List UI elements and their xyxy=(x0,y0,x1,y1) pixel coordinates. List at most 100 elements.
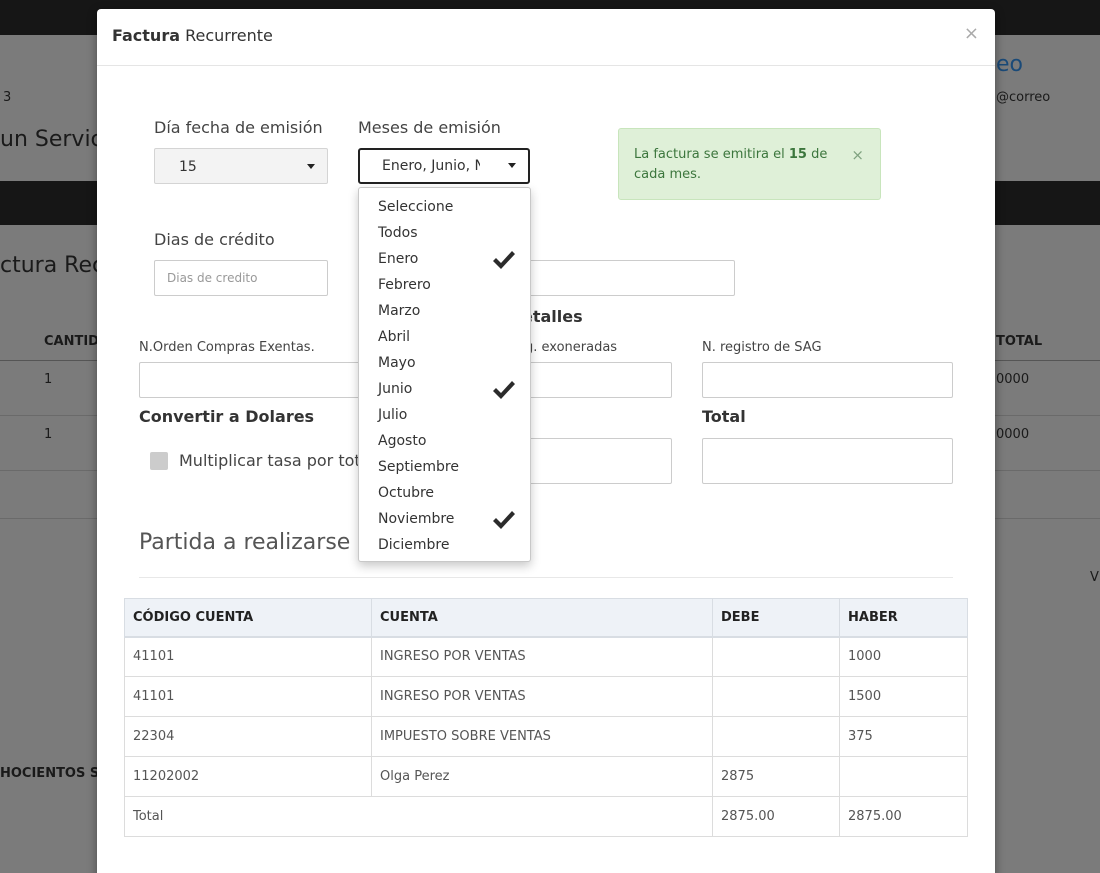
table-cell: 22304 xyxy=(124,716,372,757)
section-divider xyxy=(139,577,953,578)
dia-emision-value: 15 xyxy=(179,159,197,175)
orden-compras-label: N.Orden Compras Exentas. xyxy=(139,340,315,355)
dia-emision-select[interactable]: 15 xyxy=(154,148,328,184)
dropdown-option-label: Seleccione xyxy=(378,199,454,215)
dropdown-option[interactable]: Enero xyxy=(359,246,530,272)
meses-dropdown-menu: Seleccione Todos Enero Febrero Marzo Abril May… xyxy=(358,187,531,562)
orden-compras-input[interactable] xyxy=(139,362,371,398)
dropdown-option[interactable]: Agosto xyxy=(359,428,530,454)
dropdown-option-label: Abril xyxy=(378,329,410,345)
multiplicar-checkbox[interactable] xyxy=(150,452,168,470)
sag-input[interactable] xyxy=(702,362,953,398)
meses-emision-value: Enero, Junio, N xyxy=(382,158,480,174)
background-heading: un Servic xyxy=(0,127,103,152)
checkmark-icon xyxy=(493,511,515,529)
table-cell: INGRESO POR VENTAS xyxy=(371,676,713,717)
dropdown-option-label: Marzo xyxy=(378,303,421,319)
dropdown-option[interactable]: Febrero xyxy=(359,272,530,298)
alert-close-icon[interactable]: × xyxy=(851,145,864,165)
background-cell: 0000 xyxy=(996,372,1030,387)
background-email: @correo xyxy=(996,90,1051,105)
table-cell xyxy=(712,716,840,757)
dropdown-option-label: Octubre xyxy=(378,485,435,501)
dropdown-option-label: Mayo xyxy=(378,355,416,371)
total-debe: 2875.00 xyxy=(712,796,840,837)
sag-label: N. registro de SAG xyxy=(702,340,822,355)
background-col-header: CANTID xyxy=(44,334,99,349)
table-row: 11202002 Olga Perez 2875 xyxy=(124,756,968,797)
table-cell: 41101 xyxy=(124,676,372,717)
dropdown-option[interactable]: Octubre xyxy=(359,480,530,506)
table-cell: INGRESO POR VENTAS xyxy=(371,636,713,677)
table-cell: 1000 xyxy=(839,636,968,677)
multiplicar-label: Multiplicar tasa por total xyxy=(179,451,375,470)
total-row-label: Total xyxy=(124,796,713,837)
table-cell: IMPUESTO SOBRE VENTAS xyxy=(371,716,713,757)
background-col-header: TOTAL xyxy=(996,334,1043,349)
background-text: V xyxy=(1090,570,1099,585)
col-header: HABER xyxy=(839,598,968,638)
modal-header: Factura Recurrente × xyxy=(97,9,995,66)
dropdown-option[interactable]: Septiembre xyxy=(359,454,530,480)
partida-table: CÓDIGO CUENTA CUENTA DEBE HABER 41101 IN… xyxy=(124,598,968,837)
background-cell: 1 xyxy=(44,372,53,387)
table-cell: 41101 xyxy=(124,636,372,677)
dropdown-option-label: Todos xyxy=(378,225,418,241)
dropdown-option-label: Noviembre xyxy=(378,511,455,527)
dropdown-option[interactable]: Junio xyxy=(359,376,530,402)
table-row: 22304 IMPUESTO SOBRE VENTAS 375 xyxy=(124,716,968,757)
table-cell: 11202002 xyxy=(124,756,372,797)
total-haber: 2875.00 xyxy=(839,796,968,837)
table-row: 41101 INGRESO POR VENTAS 1000 xyxy=(124,636,968,677)
detalles-label: etalles xyxy=(522,307,583,326)
table-cell: 1500 xyxy=(839,676,968,717)
background-section-title: ctura Rec xyxy=(0,253,105,278)
table-total-row: Total 2875.00 2875.00 xyxy=(124,796,968,837)
chevron-down-icon xyxy=(307,164,315,169)
close-icon[interactable]: × xyxy=(964,23,979,44)
dropdown-option-label: Septiembre xyxy=(378,459,459,475)
modal-title: Factura Recurrente xyxy=(112,26,273,45)
convertir-dolares-label: Convertir a Dolares xyxy=(139,407,315,426)
dias-credito-input[interactable]: Dias de credito xyxy=(154,260,328,296)
background-text: 3 xyxy=(3,90,12,105)
table-cell xyxy=(712,676,840,717)
factura-recurrente-modal: Factura Recurrente × Día fecha de emisió… xyxy=(97,9,995,873)
table-cell xyxy=(712,636,840,677)
checkmark-icon xyxy=(493,251,515,269)
table-cell: 375 xyxy=(839,716,968,757)
meses-emision-select[interactable]: Enero, Junio, N xyxy=(358,148,530,184)
dropdown-option-label: Febrero xyxy=(378,277,431,293)
chevron-down-icon xyxy=(508,163,516,168)
dropdown-option[interactable]: Julio xyxy=(359,402,530,428)
checkmark-icon xyxy=(493,381,515,399)
partida-title: Partida a realizarse xyxy=(139,530,351,555)
dropdown-option-label: Julio xyxy=(378,407,408,423)
col-header: DEBE xyxy=(712,598,840,638)
exoneradas-label: g. exoneradas xyxy=(525,340,618,355)
col-header: CÓDIGO CUENTA xyxy=(124,598,372,638)
total-label: Total xyxy=(702,407,746,426)
dropdown-option[interactable]: Seleccione xyxy=(359,194,530,220)
table-header-row: CÓDIGO CUENTA CUENTA DEBE HABER xyxy=(124,598,968,638)
col-header: CUENTA xyxy=(371,598,713,638)
dropdown-option-label: Agosto xyxy=(378,433,427,449)
dropdown-option[interactable]: Marzo xyxy=(359,298,530,324)
dropdown-option-label: Diciembre xyxy=(378,537,450,553)
meses-emision-label: Meses de emisión xyxy=(358,118,501,137)
table-cell xyxy=(839,756,968,797)
dropdown-option[interactable]: Diciembre xyxy=(359,532,530,558)
dropdown-option-label: Enero xyxy=(378,251,419,267)
table-row: 41101 INGRESO POR VENTAS 1500 xyxy=(124,676,968,717)
dropdown-option[interactable]: Abril xyxy=(359,324,530,350)
dias-credito-label: Dias de crédito xyxy=(154,230,275,249)
dropdown-option[interactable]: Mayo xyxy=(359,350,530,376)
dropdown-option[interactable]: Todos xyxy=(359,220,530,246)
exoneradas-input[interactable] xyxy=(517,362,672,398)
dropdown-option[interactable]: Noviembre xyxy=(359,506,530,532)
dropdown-option-label: Junio xyxy=(378,381,413,397)
dia-emision-label: Día fecha de emisión xyxy=(154,118,323,137)
dolares-input[interactable] xyxy=(517,438,672,484)
table-cell: Olga Perez xyxy=(371,756,713,797)
total-input[interactable] xyxy=(702,438,953,484)
